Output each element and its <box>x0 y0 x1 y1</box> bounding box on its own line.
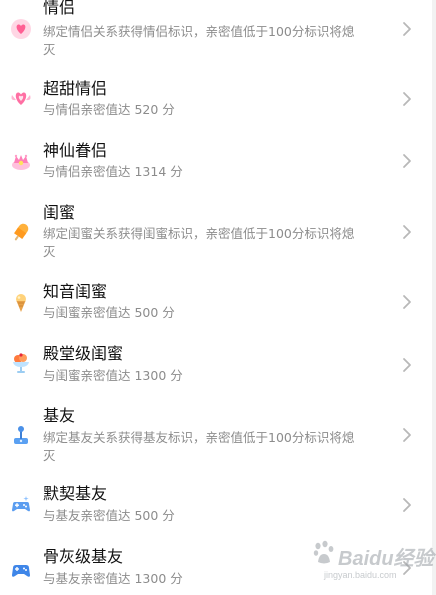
paw-logo-icon <box>313 540 334 564</box>
item-title: 基友 <box>43 406 76 425</box>
chevron-right-icon <box>403 358 411 372</box>
heart-crown-icon <box>10 150 32 172</box>
chevron-right-icon <box>403 428 411 442</box>
item-title: 骨灰级基友 <box>43 547 124 566</box>
item-description: 绑定基友关系获得基友标识，亲密值低于100分标识将熄灭 <box>43 430 355 463</box>
sundae-icon <box>10 352 32 374</box>
baidu-watermark: Baidu经验 jingyan.baidu.com <box>312 538 434 588</box>
chevron-right-icon <box>403 154 411 168</box>
pink-heart-badge-icon <box>10 18 32 40</box>
list-item[interactable]: 神仙眷侣 与情侣亲密值达 1314 分 <box>0 132 432 194</box>
item-description: 与情侣亲密值达 1314 分 <box>43 164 183 179</box>
chevron-right-icon <box>403 295 411 309</box>
chevron-right-icon <box>403 225 411 239</box>
item-title: 神仙眷侣 <box>43 141 108 160</box>
joystick-icon <box>10 424 32 446</box>
chevron-right-icon <box>403 22 411 36</box>
list-item[interactable]: 情侣 绑定情侣关系获得情侣标识，亲密值低于100分标识将熄灭 <box>0 0 432 70</box>
gamepad-sparkle-icon <box>10 494 32 516</box>
item-title: 殿堂级闺蜜 <box>43 344 124 363</box>
list-item[interactable]: 知音闺蜜 与闺蜜亲密值达 500 分 <box>0 268 432 330</box>
gamepad-icon <box>10 560 32 582</box>
list-item[interactable]: 殿堂级闺蜜 与闺蜜亲密值达 1300 分 <box>0 330 432 400</box>
item-title: 情侣 <box>43 0 76 17</box>
watermark-brand: Baidu经验 <box>338 548 434 570</box>
list-item[interactable]: 基友 绑定基友关系获得基友标识，亲密值低于100分标识将熄灭 <box>0 400 432 478</box>
item-title: 闺蜜 <box>43 203 76 222</box>
chevron-right-icon <box>403 92 411 106</box>
watermark-url: jingyan.baidu.com <box>324 570 397 580</box>
item-description: 绑定闺蜜关系获得闺蜜标识，亲密值低于100分标识将熄灭 <box>43 226 355 259</box>
item-description: 与基友亲密值达 500 分 <box>43 508 175 523</box>
item-title: 知音闺蜜 <box>43 282 108 301</box>
list-item[interactable]: 闺蜜 绑定闺蜜关系获得闺蜜标识，亲密值低于100分标识将熄灭 <box>0 194 432 268</box>
item-title: 超甜情侣 <box>43 79 108 98</box>
scrollbar-track[interactable] <box>432 0 436 595</box>
item-description: 绑定情侣关系获得情侣标识，亲密值低于100分标识将熄灭 <box>43 24 355 57</box>
item-title: 默契基友 <box>43 484 108 503</box>
item-description: 与闺蜜亲密值达 500 分 <box>43 305 175 320</box>
list-item[interactable]: 默契基友 与基友亲密值达 500 分 <box>0 478 432 540</box>
item-description: 与闺蜜亲密值达 1300 分 <box>43 368 183 383</box>
ice-cream-cone-icon <box>10 291 32 313</box>
list-item[interactable]: 超甜情侣 与情侣亲密值达 520 分 <box>0 70 432 132</box>
item-description: 与情侣亲密值达 520 分 <box>43 102 175 117</box>
chevron-right-icon <box>403 498 411 512</box>
popsicle-icon <box>10 221 32 243</box>
winged-heart-icon <box>10 87 32 109</box>
